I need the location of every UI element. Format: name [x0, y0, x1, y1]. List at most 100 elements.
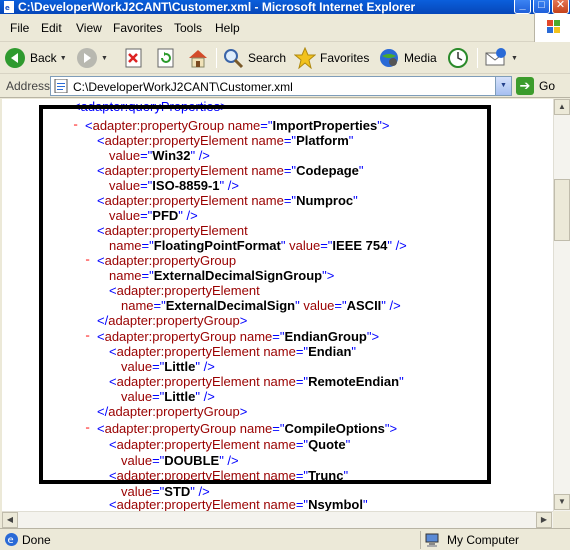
- scrollbar-corner: [553, 511, 570, 528]
- history-button[interactable]: [446, 46, 470, 70]
- xml-value: FloatingPointFormat: [153, 238, 281, 253]
- menu-view[interactable]: View: [76, 21, 102, 35]
- collapse-toggle[interactable]: -: [72, 118, 79, 133]
- home-button[interactable]: [187, 46, 209, 70]
- xml-line-text: <adapter:queryProperties>: [73, 99, 228, 114]
- xml-line: <adapter:propertyElement: [109, 283, 260, 298]
- status-bar: e Done My Computer: [0, 528, 570, 550]
- xml-line: value="PFD" />: [109, 208, 198, 223]
- xml-value: Win32: [152, 148, 191, 163]
- xml-value: RemoteEndian: [308, 374, 400, 389]
- xml-line: <adapter:propertyElement name="Endian": [109, 344, 357, 359]
- star-icon: [294, 47, 316, 69]
- zone-label: My Computer: [447, 533, 520, 547]
- refresh-icon: [157, 48, 174, 68]
- xml-line: value="Little" />: [121, 359, 215, 374]
- svg-text:e: e: [8, 535, 14, 546]
- xml-value: PFD: [152, 208, 179, 223]
- scroll-down-button[interactable]: ▼: [554, 494, 570, 510]
- menu-favorites[interactable]: Favorites: [113, 21, 162, 35]
- title-bar: e C:\DeveloperWorkJ2CANT\Customer.xml - …: [0, 0, 570, 14]
- vertical-scroll-thumb[interactable]: [554, 179, 570, 241]
- xml-line: value="DOUBLE" />: [121, 453, 239, 468]
- horizontal-scrollbar[interactable]: ◀ ▶: [2, 511, 553, 528]
- collapse-toggle[interactable]: -: [84, 329, 91, 344]
- xml-line: <adapter:propertyElement name="Codepage": [97, 163, 364, 178]
- address-bar: Address C:\DeveloperWorkJ2CANT\Customer.…: [0, 74, 570, 98]
- window-title: C:\DeveloperWorkJ2CANT\Customer.xml - Mi…: [18, 0, 416, 14]
- xml-value: Nsymbol: [308, 497, 363, 511]
- xml-line: </adapter:propertyGroup>: [97, 313, 248, 328]
- menu-tools[interactable]: Tools: [174, 21, 202, 35]
- address-dropdown-icon[interactable]: ▼: [495, 77, 511, 95]
- xml-line: name="ExternalDecimalSignGroup">: [109, 268, 335, 283]
- vertical-scrollbar[interactable]: ▲ ▼: [553, 99, 570, 511]
- computer-icon: [425, 533, 439, 547]
- stop-icon: [125, 48, 142, 68]
- back-dropdown-icon[interactable]: ▼: [60, 55, 67, 62]
- scroll-left-button[interactable]: ◀: [2, 512, 18, 528]
- home-icon: [189, 50, 207, 68]
- forward-arrow-icon: [77, 48, 97, 68]
- scroll-up-button[interactable]: ▲: [554, 99, 570, 115]
- toolbar: Back ▼ ▼ Search Favorites Media ▼: [0, 42, 570, 74]
- refresh-button[interactable]: [155, 46, 177, 70]
- xml-value: ASCII: [346, 298, 382, 313]
- media-button[interactable]: Media: [378, 46, 437, 70]
- maximize-button[interactable]: □: [533, 0, 550, 14]
- xml-line: <adapter:propertyElement: [97, 223, 248, 238]
- xml-file-icon: [54, 79, 68, 93]
- address-input[interactable]: C:\DeveloperWorkJ2CANT\Customer.xml ▼: [50, 76, 512, 96]
- collapse-toggle[interactable]: -: [84, 253, 91, 268]
- toolbar-separator: [477, 48, 478, 68]
- menu-file[interactable]: File: [10, 21, 29, 35]
- xml-value: ExternalDecimalSignGroup: [153, 268, 323, 283]
- address-label: Address: [6, 79, 51, 93]
- search-button[interactable]: Search: [222, 46, 286, 70]
- forward-dropdown-icon[interactable]: ▼: [101, 55, 108, 62]
- close-button[interactable]: ✕: [552, 0, 569, 14]
- menu-help[interactable]: Help: [215, 21, 240, 35]
- security-zone: My Computer: [420, 531, 570, 549]
- xml-line: <adapter:propertyElement name="Numproc": [97, 193, 358, 208]
- xml-value: Codepage: [296, 163, 359, 178]
- xml-line: <adapter:propertyElement name="Trunc": [109, 468, 349, 483]
- ie-window: e C:\DeveloperWorkJ2CANT\Customer.xml - …: [0, 0, 570, 550]
- xml-line: - <adapter:propertyGroup name="ImportProp…: [72, 118, 390, 133]
- back-button[interactable]: Back ▼: [4, 46, 67, 70]
- xml-line: value="Little" />: [121, 389, 215, 404]
- svg-text:e: e: [5, 4, 10, 12]
- xml-value: Quote: [308, 437, 346, 452]
- xml-value: Little: [164, 359, 196, 374]
- xml-value: ISO-8859-1: [152, 178, 220, 193]
- mail-dropdown-icon[interactable]: ▼: [511, 55, 518, 62]
- xml-value: Little: [164, 389, 196, 404]
- xml-line: <adapter:propertyElement name="Quote": [109, 437, 351, 452]
- xml-line: <adapter:propertyElement name="RemoteEnd…: [109, 374, 404, 389]
- xml-document-view: - <adapter:queryProperties> - <adapter:pro…: [2, 99, 553, 511]
- minimize-button[interactable]: _: [514, 0, 531, 14]
- go-button[interactable]: ➔ Go: [516, 77, 555, 95]
- xml-line: name="FloatingPointFormat" value="IEEE 7…: [109, 238, 407, 253]
- xml-line: - <adapter:queryProperties>: [60, 99, 228, 114]
- xml-value: Numproc: [296, 193, 354, 208]
- xml-value: EndianGroup: [284, 329, 367, 344]
- menu-edit[interactable]: Edit: [41, 21, 62, 35]
- xml-line: name="ExternalDecimalSign" value="ASCII"…: [121, 298, 401, 313]
- favorites-button[interactable]: Favorites: [294, 46, 369, 70]
- xml-value: DOUBLE: [164, 453, 220, 468]
- xml-line: </adapter:propertyGroup>: [97, 404, 248, 419]
- status-text: Done: [22, 533, 51, 547]
- stop-button[interactable]: [123, 46, 145, 70]
- collapse-toggle[interactable]: -: [84, 421, 91, 436]
- xml-value: IEEE 754: [332, 238, 388, 253]
- favorites-label: Favorites: [320, 51, 370, 65]
- scroll-right-button[interactable]: ▶: [536, 512, 552, 528]
- toolbar-separator: [216, 48, 217, 68]
- forward-button[interactable]: ▼: [76, 46, 108, 70]
- xml-line: <adapter:propertyElement name="Platform": [97, 133, 354, 148]
- xml-line: <adapter:propertyElement name="Nsymbol": [109, 497, 368, 511]
- xml-value: Trunc: [308, 468, 344, 483]
- back-arrow-icon: [5, 48, 25, 68]
- mail-button[interactable]: ▼: [484, 46, 518, 70]
